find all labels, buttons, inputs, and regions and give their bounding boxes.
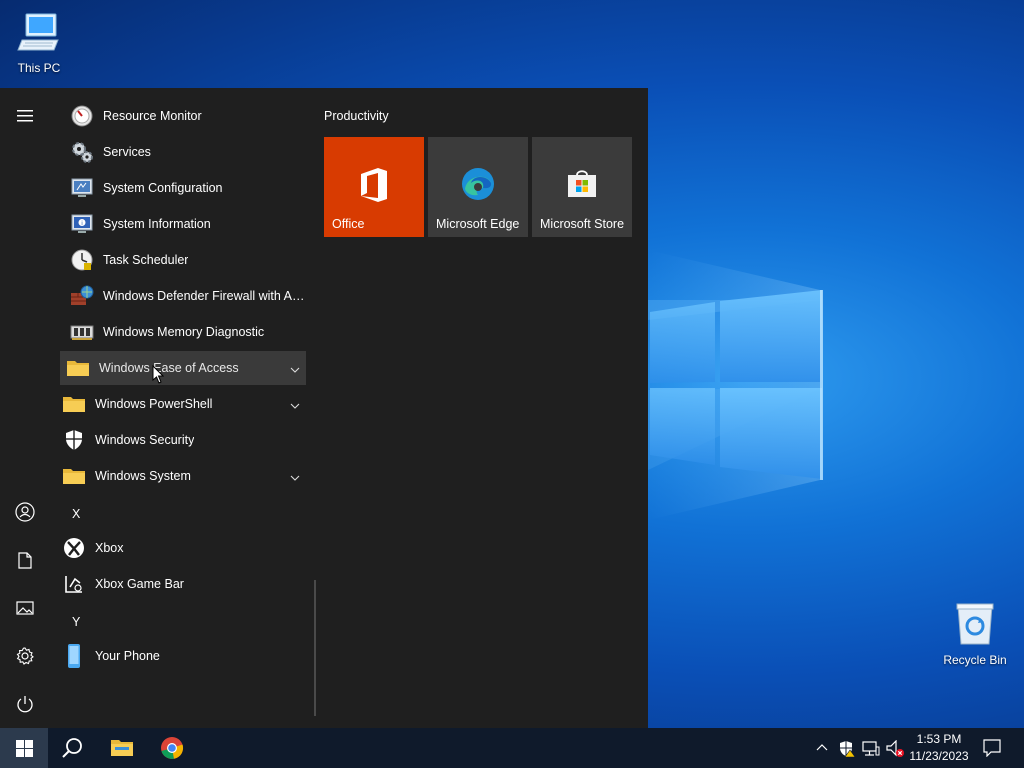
start-rail bbox=[0, 88, 50, 728]
app-windows-memory-diagnostic[interactable]: Windows Memory Diagnostic bbox=[70, 315, 306, 349]
xbox-icon bbox=[62, 536, 86, 560]
folder-icon bbox=[62, 392, 86, 416]
pictures-icon bbox=[16, 601, 34, 615]
chrome-icon bbox=[161, 737, 184, 759]
app-label: Xbox bbox=[95, 541, 124, 555]
chrome-button[interactable] bbox=[148, 728, 196, 768]
app-xbox[interactable]: Xbox bbox=[62, 531, 306, 565]
system-clock[interactable]: 1:53 PM 11/23/2023 bbox=[906, 731, 972, 765]
settings-button[interactable] bbox=[0, 636, 50, 676]
desktop-icon-recycle-bin[interactable]: Recycle Bin bbox=[937, 600, 1013, 667]
xbox-game-bar-icon bbox=[62, 572, 86, 596]
app-your-phone[interactable]: Your Phone bbox=[62, 639, 306, 673]
app-services[interactable]: Services bbox=[70, 135, 306, 169]
letter-header-x[interactable]: X bbox=[72, 507, 80, 521]
system-information-icon: i bbox=[70, 212, 94, 236]
app-label: System Configuration bbox=[103, 181, 223, 195]
hamburger-menu-icon bbox=[17, 110, 33, 122]
app-label: Windows Security bbox=[95, 433, 195, 447]
tile-office[interactable]: Office bbox=[324, 137, 424, 237]
chevron-down-icon[interactable] bbox=[290, 398, 300, 412]
tile-group-title[interactable]: Productivity bbox=[324, 109, 389, 123]
app-windows-security[interactable]: Windows Security bbox=[62, 423, 306, 457]
power-icon bbox=[17, 696, 33, 713]
store-bag-icon bbox=[532, 167, 632, 199]
edge-logo-icon bbox=[428, 167, 528, 201]
tile-label: Microsoft Store bbox=[540, 217, 625, 231]
app-label: Windows Defender Firewall with Ad... bbox=[103, 289, 306, 303]
app-label: Your Phone bbox=[95, 649, 160, 663]
pictures-button[interactable] bbox=[0, 588, 50, 628]
app-label: Services bbox=[103, 145, 151, 159]
app-label: System Information bbox=[103, 217, 211, 231]
user-account-icon bbox=[15, 502, 35, 522]
windows-start-icon bbox=[15, 739, 33, 757]
desktop-icon-this-pc[interactable]: This PC bbox=[1, 10, 77, 75]
search-icon bbox=[62, 738, 82, 758]
computer-icon bbox=[17, 13, 59, 51]
desktop-icon-label: Recycle Bin bbox=[943, 653, 1007, 667]
app-label: Windows PowerShell bbox=[95, 397, 213, 411]
app-task-scheduler[interactable]: Task Scheduler bbox=[70, 243, 306, 277]
app-system-information[interactable]: i System Information bbox=[70, 207, 306, 241]
power-button[interactable] bbox=[0, 684, 50, 724]
tile-label: Office bbox=[332, 217, 365, 231]
app-windows-defender-firewall[interactable]: Windows Defender Firewall with Ad... bbox=[70, 279, 306, 313]
app-label: Task Scheduler bbox=[103, 253, 189, 267]
services-gears-icon bbox=[70, 140, 94, 164]
app-label: Windows Ease of Access bbox=[99, 361, 239, 375]
office-logo-icon bbox=[324, 167, 424, 203]
tile-microsoft-edge[interactable]: Microsoft Edge bbox=[428, 137, 528, 237]
app-system-configuration[interactable]: System Configuration bbox=[70, 171, 306, 205]
file-explorer-icon bbox=[111, 740, 133, 756]
security-warning-icon[interactable] bbox=[838, 740, 856, 758]
volume-muted-icon[interactable] bbox=[886, 740, 906, 758]
network-icon[interactable] bbox=[862, 741, 880, 757]
app-folder-windows-powershell[interactable]: Windows PowerShell bbox=[62, 387, 306, 421]
documents-icon bbox=[18, 551, 32, 569]
user-account-button[interactable] bbox=[0, 492, 50, 532]
app-xbox-game-bar[interactable]: Xbox Game Bar bbox=[62, 567, 306, 601]
app-list-scrollbar[interactable] bbox=[314, 580, 316, 716]
recycle-bin-icon bbox=[956, 603, 994, 645]
settings-gear-icon bbox=[16, 647, 34, 665]
documents-button[interactable] bbox=[0, 540, 50, 580]
search-button[interactable] bbox=[48, 728, 96, 768]
app-label: Windows Memory Diagnostic bbox=[103, 325, 265, 339]
folder-icon bbox=[62, 464, 86, 488]
start-menu: Resource Monitor Services System Configu… bbox=[0, 88, 648, 728]
tile-label: Microsoft Edge bbox=[436, 217, 520, 231]
task-scheduler-clock-icon bbox=[70, 248, 94, 272]
app-label: Resource Monitor bbox=[103, 109, 202, 123]
app-folder-windows-system[interactable]: Windows System bbox=[62, 459, 306, 493]
tile-microsoft-store[interactable]: Microsoft Store bbox=[532, 137, 632, 237]
chevron-down-icon[interactable] bbox=[290, 470, 300, 484]
file-explorer-button[interactable] bbox=[98, 728, 146, 768]
phone-icon bbox=[62, 644, 86, 668]
app-list: Resource Monitor Services System Configu… bbox=[50, 88, 318, 728]
memory-chip-icon bbox=[70, 320, 94, 344]
shield-icon bbox=[62, 428, 86, 452]
chevron-up-icon[interactable] bbox=[816, 743, 828, 751]
folder-icon bbox=[66, 356, 90, 380]
clock-date: 11/23/2023 bbox=[909, 749, 969, 763]
taskbar: 1:53 PM 11/23/2023 bbox=[0, 728, 1024, 768]
system-configuration-icon bbox=[70, 176, 94, 200]
svg-text:i: i bbox=[81, 221, 82, 227]
app-folder-windows-ease-of-access[interactable]: Windows Ease of Access bbox=[60, 351, 306, 385]
firewall-icon bbox=[70, 284, 94, 308]
action-center-icon[interactable] bbox=[983, 739, 1001, 757]
app-label: Xbox Game Bar bbox=[95, 577, 184, 591]
expand-menu-button[interactable] bbox=[0, 96, 50, 136]
resource-monitor-icon bbox=[70, 104, 94, 128]
letter-header-y[interactable]: Y bbox=[72, 615, 80, 629]
chevron-down-icon[interactable] bbox=[290, 362, 300, 376]
app-resource-monitor[interactable]: Resource Monitor bbox=[70, 99, 306, 133]
start-button[interactable] bbox=[0, 728, 48, 768]
clock-time: 1:53 PM bbox=[916, 732, 962, 746]
mouse-cursor-icon bbox=[152, 365, 164, 384]
app-label: Windows System bbox=[95, 469, 191, 483]
desktop-icon-label: This PC bbox=[17, 61, 61, 75]
